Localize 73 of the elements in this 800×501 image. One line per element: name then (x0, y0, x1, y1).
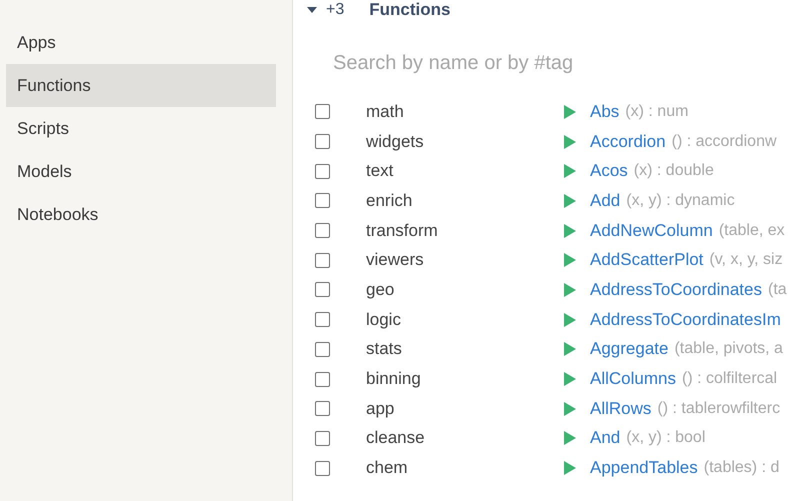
checkbox[interactable] (315, 401, 330, 416)
search-field[interactable]: Search by name or by #tag (333, 52, 593, 75)
function-link[interactable]: AllColumns (590, 369, 676, 390)
tag-label: widgets (366, 132, 424, 152)
play-icon[interactable] (564, 431, 576, 446)
function-signature: (x) : num (625, 102, 688, 121)
tag-label: enrich (366, 190, 412, 211)
sidebar-item[interactable]: Functions (6, 64, 276, 107)
checkbox[interactable] (315, 134, 330, 150)
sidebar-item[interactable]: Notebooks (6, 193, 276, 236)
function-signature: (table, ex (718, 222, 785, 240)
checkbox[interactable] (315, 312, 330, 328)
function-signature: () : colfiltercal (682, 370, 778, 388)
function-signature: (table, pivots, a (674, 340, 783, 358)
play-icon[interactable] (564, 164, 576, 178)
function-signature: (tables) : d (704, 459, 780, 478)
tag-label: stats (366, 339, 402, 360)
play-icon[interactable] (564, 461, 576, 476)
play-icon[interactable] (564, 372, 576, 386)
function-link[interactable]: Aggregate (590, 339, 668, 360)
function-signature: (x, y) : dynamic (626, 192, 735, 210)
checkbox[interactable] (315, 193, 330, 208)
play-icon[interactable] (564, 134, 576, 149)
checkbox[interactable] (315, 282, 330, 298)
checkbox[interactable] (315, 372, 330, 387)
tag-label: chem (366, 458, 408, 478)
function-signature: (ta (768, 280, 787, 299)
tag-label: viewers (366, 250, 424, 270)
function-link[interactable]: Accordion (590, 132, 666, 152)
function-link[interactable]: AddressToCoordinates (590, 280, 762, 300)
tag-label: cleanse (366, 428, 425, 448)
function-signature: () : tablerowfilterc (657, 400, 780, 418)
tag-label: logic (366, 310, 401, 330)
function-signature: (v, x, y, siz (709, 251, 783, 270)
play-icon[interactable] (564, 342, 576, 356)
tag-label: math (366, 102, 404, 122)
function-link[interactable]: AppendTables (590, 458, 698, 478)
checkbox[interactable] (315, 342, 330, 357)
function-link[interactable]: Add (590, 190, 620, 211)
sidebar-item[interactable]: Models (6, 150, 276, 193)
caret-icon[interactable] (307, 7, 317, 13)
play-icon[interactable] (564, 194, 576, 208)
play-icon[interactable] (564, 312, 576, 327)
tag-label: binning (366, 369, 421, 390)
play-icon[interactable] (564, 282, 576, 297)
tag-label: text (366, 161, 394, 182)
function-link[interactable]: Abs (590, 102, 620, 122)
checkbox[interactable] (315, 223, 330, 238)
function-link[interactable]: AddScatterPlot (590, 250, 704, 270)
play-icon[interactable] (564, 104, 576, 119)
function-link[interactable]: AllRows (590, 398, 652, 419)
function-link[interactable]: AddressToCoordinatesIm (590, 310, 781, 330)
section-title: Functions (369, 0, 450, 20)
function-link[interactable]: AddNewColumn (590, 220, 713, 241)
function-signature: () : accordionw (672, 132, 777, 151)
sidebar-item[interactable]: Apps (6, 21, 276, 64)
function-signature: (x) : double (634, 162, 714, 180)
count-label: +3 (326, 1, 344, 19)
function-link[interactable]: And (590, 428, 620, 448)
checkbox[interactable] (315, 104, 330, 120)
function-signature: (x, y) : bool (626, 429, 706, 448)
checkbox[interactable] (315, 252, 330, 268)
tag-label: app (366, 398, 394, 419)
checkbox[interactable] (315, 430, 330, 446)
sidebar-item[interactable]: Scripts (6, 107, 276, 150)
play-icon[interactable] (564, 224, 576, 238)
function-link[interactable]: Acos (590, 161, 628, 182)
play-icon[interactable] (564, 253, 576, 268)
checkbox[interactable] (315, 460, 330, 476)
play-icon[interactable] (564, 402, 576, 416)
tag-label: transform (366, 220, 438, 241)
tag-label: geo (366, 280, 394, 300)
checkbox[interactable] (315, 164, 330, 179)
